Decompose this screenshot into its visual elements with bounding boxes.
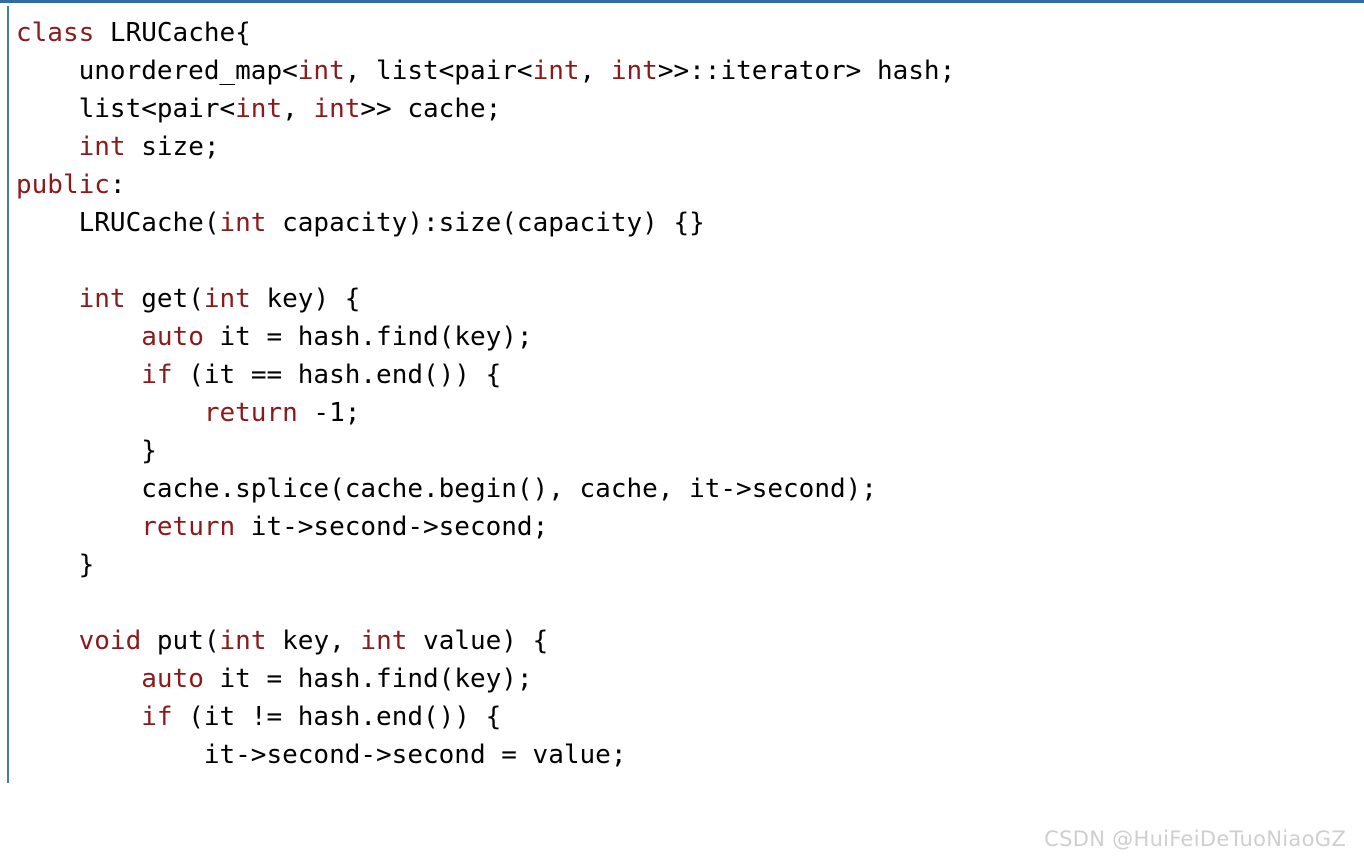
code-keyword: int (78, 284, 126, 314)
code-keyword: return (203, 398, 298, 428)
code-text: , list<pair< (344, 56, 533, 86)
code-keyword: class (16, 18, 95, 48)
code-line: return it->second->second; (16, 508, 1356, 546)
code-keyword: auto (141, 664, 204, 694)
code-line: } (16, 546, 1356, 584)
code-text: , (282, 94, 314, 124)
code-lines-container: class LRUCache{ unordered_map<int, list<… (16, 14, 1356, 774)
code-line: } (16, 432, 1356, 470)
code-keyword: int (219, 626, 267, 656)
code-text: capacity):size(capacity) {} (266, 208, 705, 238)
code-text: it = hash.find(key); (203, 322, 533, 352)
code-text: } (16, 436, 157, 466)
code-text: key, (266, 626, 361, 656)
code-text: >>::iterator> hash; (657, 56, 956, 86)
code-line: return -1; (16, 394, 1356, 432)
code-line: int get(int key) { (16, 280, 1356, 318)
code-text: get( (125, 284, 204, 314)
code-keyword: int (360, 626, 408, 656)
code-line: public: (16, 166, 1356, 204)
code-line: list<pair<int, int>> cache; (16, 90, 1356, 128)
code-text: >> cache; (360, 94, 502, 124)
code-text: it->second->second; (235, 512, 549, 542)
code-keyword: auto (141, 322, 204, 352)
code-text: unordered_map< (16, 56, 298, 86)
code-line: class LRUCache{ (16, 14, 1356, 52)
code-text: LRUCache( (16, 208, 220, 238)
code-line: it->second->second = value; (16, 736, 1356, 774)
code-text: key) { (250, 284, 361, 314)
code-text: it->second->second = value; (16, 740, 627, 770)
code-block: class LRUCache{ unordered_map<int, list<… (0, 0, 1364, 783)
code-line: if (it == hash.end()) { (16, 356, 1356, 394)
code-line: int size; (16, 128, 1356, 166)
code-text: (it != hash.end()) { (172, 702, 502, 732)
code-keyword: return (141, 512, 236, 542)
code-keyword: int (532, 56, 580, 86)
code-keyword: int (78, 132, 126, 162)
code-line: auto it = hash.find(key); (16, 318, 1356, 356)
code-keyword: int (610, 56, 658, 86)
code-keyword: if (141, 360, 173, 390)
code-keyword: int (219, 208, 267, 238)
code-text: list<pair< (16, 94, 236, 124)
code-text: } (16, 550, 95, 580)
code-line: auto it = hash.find(key); (16, 660, 1356, 698)
code-line: void put(int key, int value) { (16, 622, 1356, 660)
code-keyword: void (78, 626, 142, 656)
code-text: size; (125, 132, 220, 162)
code-line: cache.splice(cache.begin(), cache, it->s… (16, 470, 1356, 508)
code-keyword: if (141, 702, 173, 732)
code-keyword: int (297, 56, 345, 86)
code-text: value) { (407, 626, 549, 656)
code-text: : (109, 170, 126, 200)
code-text: it = hash.find(key); (203, 664, 533, 694)
code-text: (it == hash.end()) { (172, 360, 502, 390)
code-block-left-rule (7, 6, 9, 783)
code-text: , (579, 56, 611, 86)
code-keyword: int (203, 284, 251, 314)
code-text: LRUCache{ (94, 18, 251, 48)
code-text: cache.splice(cache.begin(), cache, it->s… (16, 474, 877, 504)
code-keyword: int (313, 94, 361, 124)
page-root: class LRUCache{ unordered_map<int, list<… (0, 0, 1364, 867)
code-line: unordered_map<int, list<pair<int, int>>:… (16, 52, 1356, 90)
code-keyword: public (16, 170, 110, 200)
code-line: LRUCache(int capacity):size(capacity) {} (16, 204, 1356, 242)
code-line: if (it != hash.end()) { (16, 698, 1356, 736)
code-keyword: int (235, 94, 283, 124)
code-text: put( (141, 626, 220, 656)
code-text: -1; (297, 398, 361, 428)
csdn-watermark: CSDN @HuiFeiDeTuoNiaoGZ (1044, 827, 1346, 851)
